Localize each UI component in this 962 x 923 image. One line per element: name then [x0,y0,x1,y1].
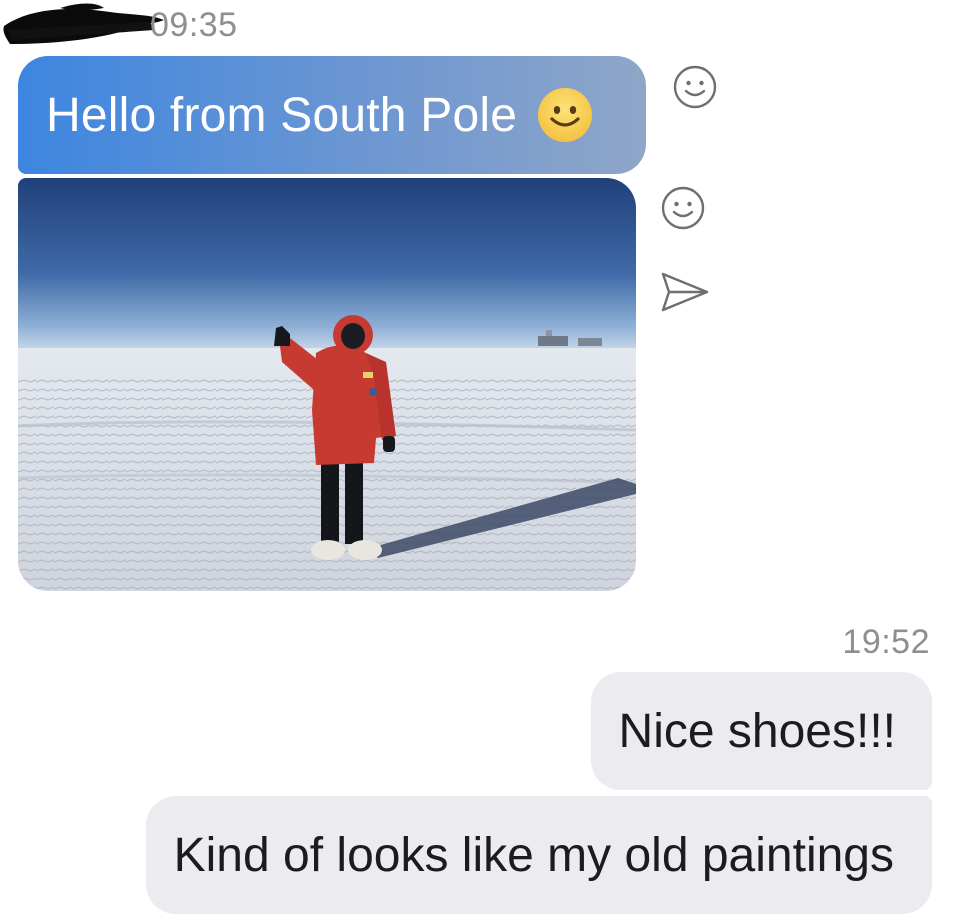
message-text: Hello from South Pole [46,88,518,142]
chat-thread: 09:35 Hello from South Pole 19:52 Nice s… [0,0,962,923]
sender-header: 09:35 [0,0,400,52]
redacted-sender-name [3,3,164,44]
outgoing-message-bubble[interactable]: Kind of looks like my old paintings [145,796,932,914]
message-text: Kind of looks like my old paintings [173,828,894,882]
message-timestamp: 19:52 [842,623,930,661]
south-pole-photo [18,178,636,591]
slightly-smiling-face-emoji-icon [538,88,593,142]
incoming-message-bubble[interactable]: Hello from South Pole [18,56,646,174]
outgoing-message-bubble[interactable]: Nice shoes!!! [590,672,932,790]
message-text: Nice shoes!!! [618,704,896,758]
message-timestamp: 09:35 [150,6,238,44]
incoming-photo-message[interactable] [18,178,636,591]
smiley-outline-icon[interactable] [672,64,718,110]
paper-plane-icon[interactable] [660,270,710,314]
smiley-outline-icon[interactable] [660,185,706,231]
